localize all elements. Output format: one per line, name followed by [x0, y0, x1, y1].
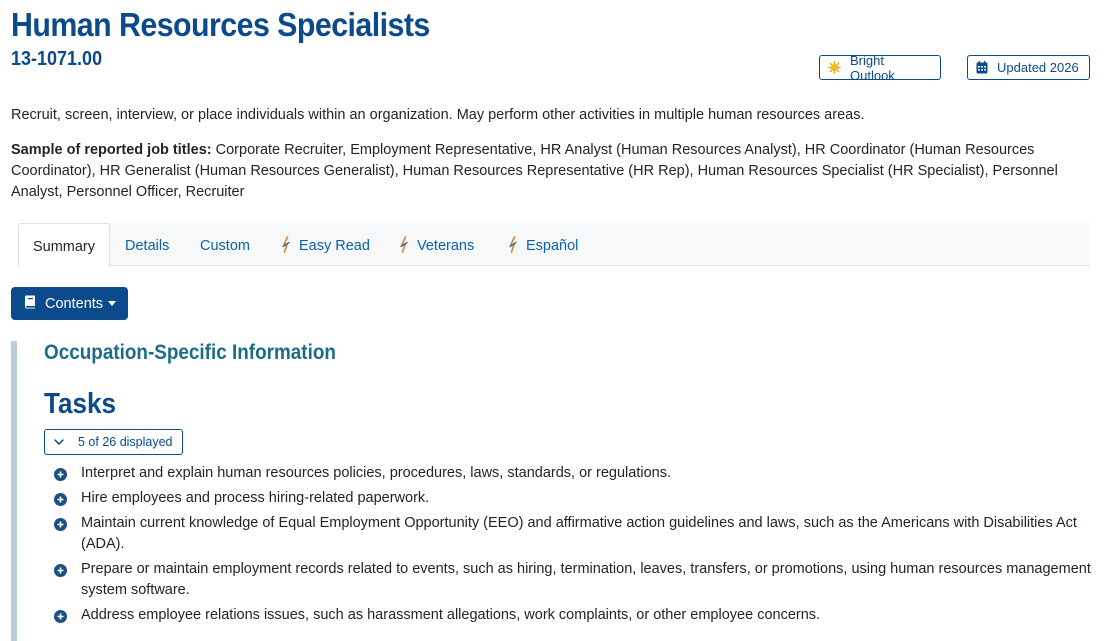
tasks-display-toggle[interactable]: 5 of 26 displayed	[44, 429, 183, 455]
task-text: Address employee relations issues, such …	[81, 607, 821, 623]
plus-circle-icon[interactable]	[54, 609, 67, 630]
task-text: Prepare or maintain employment records r…	[81, 561, 1091, 598]
chevron-down-icon	[54, 435, 64, 449]
plus-circle-icon[interactable]	[54, 563, 67, 584]
tab-espanol[interactable]: Español	[507, 223, 578, 266]
occupation-code: 13-1071.00	[11, 48, 103, 70]
caret-down-icon	[108, 301, 117, 306]
tab-veterans[interactable]: Veterans	[398, 223, 474, 266]
tab-details-label: Details	[125, 238, 170, 254]
bright-outlook-badge[interactable]: Bright Outlook	[819, 52, 941, 83]
external-site-icon	[507, 226, 519, 272]
tab-summary[interactable]: Summary	[18, 223, 110, 267]
tab-easy-read-label: Easy Read	[299, 238, 370, 254]
plus-circle-icon[interactable]	[54, 492, 67, 513]
section-heading: Occupation-Specific Information	[44, 341, 336, 364]
tab-bar: Summary Details Custom Easy Read Veteran…	[18, 223, 1090, 267]
occupation-description: Recruit, screen, interview, or place ind…	[11, 107, 865, 123]
plus-circle-icon[interactable]	[54, 517, 67, 538]
task-text: Hire employees and process hiring-relate…	[81, 490, 430, 506]
list-item: Interpret and explain human resources po…	[54, 463, 1094, 484]
sample-job-titles: Sample of reported job titles: Corporate…	[11, 140, 1071, 203]
contents-label: Contents	[45, 295, 104, 312]
tab-veterans-label: Veterans	[417, 238, 475, 254]
task-text: Interpret and explain human resources po…	[81, 465, 671, 481]
updated-label: Updated 2026	[997, 60, 1079, 75]
contents-dropdown-button[interactable]: Contents	[11, 287, 128, 320]
tab-espanol-label: Español	[526, 238, 579, 254]
list-item: Prepare or maintain employment records r…	[54, 559, 1094, 601]
tab-details[interactable]: Details	[125, 223, 169, 266]
plus-circle-icon[interactable]	[54, 467, 67, 488]
task-text: Maintain current knowledge of Equal Empl…	[81, 515, 1077, 552]
tab-easy-read[interactable]: Easy Read	[280, 223, 370, 266]
tab-custom-label: Custom	[200, 238, 250, 254]
calendar-icon	[976, 61, 988, 74]
tasks-display-count: 5 of 26 displayed	[78, 435, 173, 449]
sample-job-titles-label: Sample of reported job titles:	[11, 142, 212, 158]
list-item: Hire employees and process hiring-relate…	[54, 488, 1094, 509]
list-item: Address employee relations issues, such …	[54, 605, 1094, 626]
tasks-heading: Tasks	[44, 388, 117, 420]
updated-badge[interactable]: Updated 2026	[967, 55, 1090, 80]
tab-custom[interactable]: Custom	[200, 223, 250, 266]
occupation-specific-section: Occupation-Specific Information Tasks 5 …	[11, 341, 1097, 641]
task-list: Interpret and explain human resources po…	[54, 463, 1094, 630]
bright-outlook-label: Bright Outlook	[850, 52, 895, 83]
external-site-icon	[280, 226, 292, 272]
external-site-icon	[398, 226, 410, 272]
sun-icon	[828, 61, 841, 74]
list-item: Maintain current knowledge of Equal Empl…	[54, 513, 1094, 555]
page-title: Human Resources Specialists	[11, 6, 430, 43]
tab-summary-label: Summary	[32, 239, 96, 255]
book-icon	[24, 295, 45, 313]
